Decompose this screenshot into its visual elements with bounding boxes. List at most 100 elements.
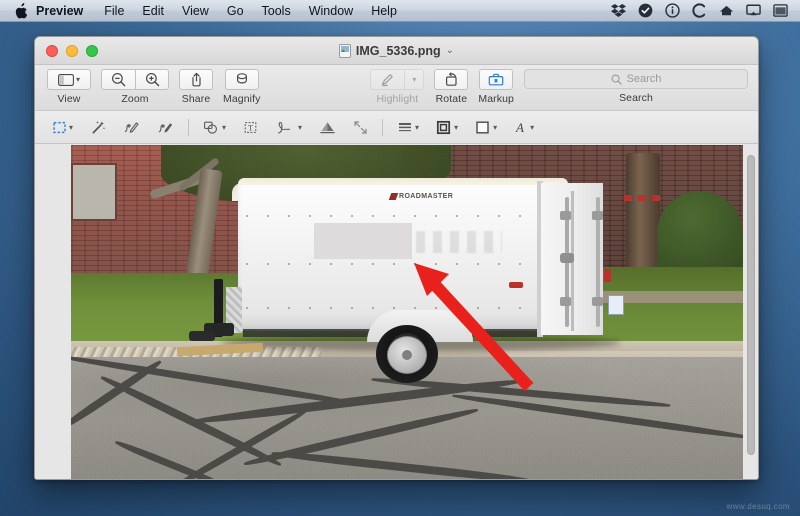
window-title-bar[interactable]: IMG_5336.png ⌄ (35, 37, 758, 65)
trailer-tail-lamp (604, 269, 611, 282)
airplay-icon[interactable] (746, 3, 761, 18)
zoom-label: Zoom (121, 93, 149, 105)
trailer-rivets (246, 263, 556, 265)
traffic-light-buttons (35, 44, 98, 57)
trailer-hinge (560, 297, 571, 306)
loupe-icon (236, 73, 247, 84)
markup-group: Markup (478, 69, 514, 105)
selection-chevron-down-icon[interactable]: ▾ (69, 123, 73, 132)
adjust-size-tool[interactable] (348, 115, 373, 139)
rectangular-selection-tool[interactable]: ▾ (47, 115, 78, 139)
title-chevron-down-icon[interactable]: ⌄ (446, 45, 454, 56)
dropbox-icon[interactable] (611, 3, 626, 18)
markup-button[interactable] (479, 69, 514, 90)
magnify-label: Magnify (223, 93, 261, 105)
menu-item-window[interactable]: Window (300, 0, 362, 22)
zoom-in-icon (145, 72, 159, 87)
menu-item-file[interactable]: File (95, 0, 133, 22)
view-button[interactable]: ▾ (47, 69, 91, 90)
adjust-color-tool[interactable] (314, 115, 341, 139)
trailer-hinge (560, 211, 571, 220)
search-group-label: Search (619, 92, 653, 104)
info-circle-icon[interactable] (665, 3, 680, 18)
vertical-scrollbar-thumb[interactable] (747, 155, 755, 455)
apple-logo-icon[interactable] (8, 0, 34, 22)
share-group: Share (179, 69, 213, 105)
chrome-c-icon[interactable] (692, 3, 707, 18)
trailer-jack-foot (189, 331, 215, 341)
redaction-rectangle[interactable] (314, 223, 412, 259)
shapes-chevron-down-icon[interactable]: ▾ (222, 123, 226, 132)
zoom-in-button[interactable] (135, 69, 169, 90)
menu-item-preview[interactable]: Preview (34, 0, 95, 22)
zoom-group: Zoom (101, 69, 169, 105)
close-button[interactable] (46, 44, 58, 57)
text-style-icon: A (515, 120, 524, 135)
magnify-button[interactable] (224, 69, 259, 90)
vertical-scrollbar[interactable] (747, 155, 755, 471)
menu-item-go[interactable]: Go (218, 0, 253, 22)
highlight-button[interactable] (370, 69, 405, 90)
menu-item-help[interactable]: Help (362, 0, 406, 22)
search-placeholder: Search (626, 73, 662, 85)
view-group: ▾ View (47, 69, 91, 105)
prism-adjust-color-icon (320, 121, 335, 133)
window-title: IMG_5336.png (355, 43, 441, 58)
image-document-icon (338, 43, 351, 58)
calendar-icon[interactable] (773, 3, 788, 18)
highlight-chevron-down-icon[interactable]: ▾ (412, 75, 416, 84)
text-tool[interactable]: T (238, 115, 263, 139)
zoom-out-button[interactable] (101, 69, 135, 90)
border-color-chevron-down-icon[interactable]: ▾ (454, 123, 458, 132)
faded-lettering (416, 231, 502, 253)
document-content-area[interactable]: ROADMASTER (35, 145, 758, 479)
rotate-left-icon (445, 72, 457, 86)
sketch-icon (124, 121, 139, 133)
sketch-tool[interactable] (118, 115, 145, 139)
home-icon[interactable] (719, 3, 734, 18)
window-title-group: IMG_5336.png ⌄ (35, 43, 758, 58)
shapes-icon (204, 121, 217, 134)
trailer-license-plate (608, 295, 624, 315)
highlight-options-button[interactable]: ▾ (404, 69, 425, 90)
shape-style-chevron-down-icon[interactable]: ▾ (415, 123, 419, 132)
signature-tool[interactable]: ▾ (270, 115, 307, 139)
share-label: Share (181, 93, 211, 105)
search-input[interactable]: Search (524, 69, 748, 89)
draw-tool[interactable] (152, 115, 179, 139)
signature-chevron-down-icon[interactable]: ▾ (298, 123, 302, 132)
trailer-wheel-hub (402, 350, 412, 360)
instant-alpha-tool[interactable] (85, 115, 111, 139)
zoom-button[interactable] (86, 44, 98, 57)
shapes-tool[interactable]: ▾ (198, 115, 231, 139)
trailer-side-marker-lamp (509, 282, 523, 288)
preview-window: IMG_5336.png ⌄ ▾ View Zoom Share Magnify… (34, 36, 759, 480)
main-toolbar: ▾ View Zoom Share Magnify ▾ Highlight Ro… (35, 65, 758, 111)
brand-mark-icon (388, 193, 399, 200)
shape-style-tool[interactable]: ▾ (392, 115, 424, 139)
markup-toolbox-icon (488, 73, 504, 86)
text-box-icon: T (244, 121, 257, 133)
trailer-rivets (246, 307, 556, 309)
share-icon (191, 72, 201, 87)
tree-trunk-right (626, 153, 660, 283)
search-group: Search Search (524, 69, 748, 104)
building-window (71, 163, 117, 221)
shrub (657, 191, 743, 277)
text-style-chevron-down-icon[interactable]: ▾ (530, 123, 534, 132)
photo-canvas[interactable]: ROADMASTER (71, 145, 743, 479)
rotate-button[interactable] (434, 69, 469, 90)
fill-color-tool[interactable]: ▾ (470, 115, 502, 139)
markup-label: Markup (478, 93, 514, 105)
fill-color-chevron-down-icon[interactable]: ▾ (493, 123, 497, 132)
view-chevron-down-icon[interactable]: ▾ (76, 75, 80, 84)
checkmark-circle-icon[interactable] (638, 3, 653, 18)
magic-wand-icon (92, 120, 106, 134)
minimize-button[interactable] (66, 44, 78, 57)
menu-item-tools[interactable]: Tools (253, 0, 300, 22)
text-style-tool[interactable]: A ▾ (509, 115, 539, 139)
menu-item-edit[interactable]: Edit (133, 0, 173, 22)
border-color-tool[interactable]: ▾ (431, 115, 463, 139)
menu-item-view[interactable]: View (173, 0, 218, 22)
share-button[interactable] (179, 69, 213, 90)
